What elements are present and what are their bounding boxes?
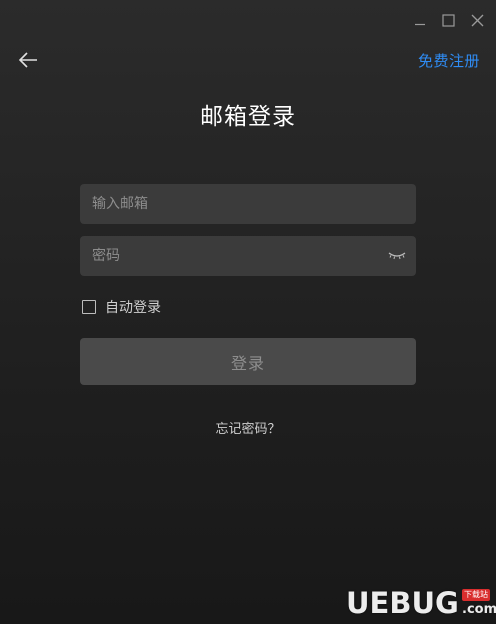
- password-visibility-toggle[interactable]: [388, 248, 406, 264]
- eye-closed-icon: [388, 252, 406, 260]
- close-icon: [471, 14, 483, 26]
- password-field-container: [80, 236, 416, 276]
- password-input[interactable]: [80, 236, 416, 276]
- auto-login-label: 自动登录: [105, 300, 161, 316]
- maximize-icon: [441, 13, 455, 27]
- auto-login-option[interactable]: 自动登录: [82, 297, 161, 317]
- email-input[interactable]: [80, 184, 416, 224]
- email-field-container: [80, 184, 416, 224]
- page-title: 邮箱登录: [200, 104, 296, 130]
- minimize-icon: [415, 23, 425, 26]
- watermark-logo: UEBUG 下载站 .com: [346, 586, 496, 622]
- watermark-tag: 下载站: [462, 589, 490, 601]
- back-button[interactable]: [16, 49, 40, 71]
- watermark-main-text: UEBUG: [346, 586, 459, 620]
- close-button[interactable]: [467, 10, 487, 30]
- forgot-password-link[interactable]: 忘记密码？: [0, 418, 496, 437]
- login-window: 免费注册 邮箱登录 自动登录 登录 忘记密码？ UEBUG 下载站 .com: [0, 0, 496, 624]
- register-link[interactable]: 免费注册: [418, 50, 480, 71]
- auto-login-checkbox[interactable]: [82, 300, 96, 314]
- login-button[interactable]: 登录: [80, 338, 416, 385]
- minimize-button[interactable]: [410, 10, 430, 30]
- watermark-suffix: .com: [462, 602, 496, 617]
- arrow-left-icon: [18, 52, 37, 68]
- maximize-button[interactable]: [438, 10, 458, 30]
